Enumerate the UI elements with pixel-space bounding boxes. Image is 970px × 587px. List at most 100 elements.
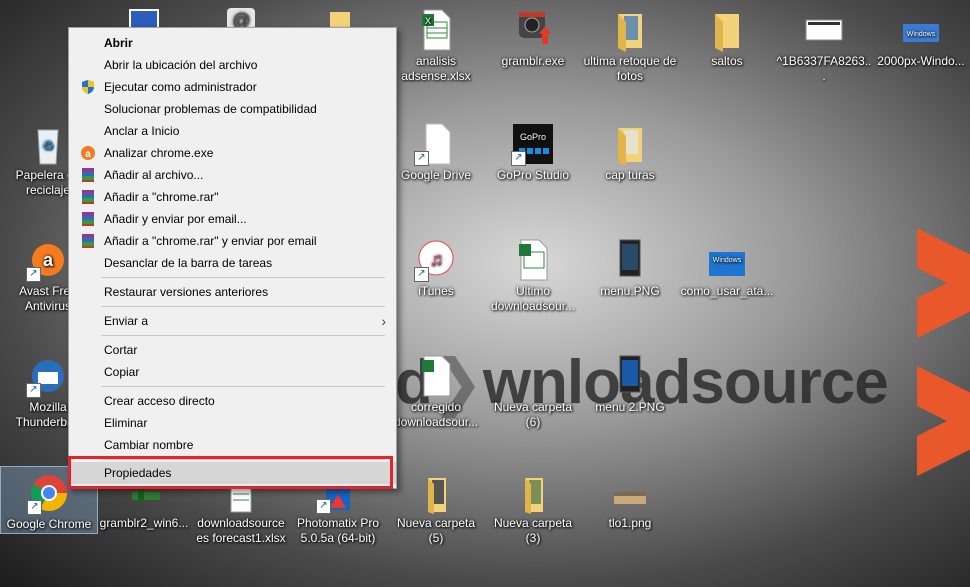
desktop-icon-tlo1-png[interactable]: tlo1.png xyxy=(582,470,678,531)
menu-item-label: Crear acceso directo xyxy=(104,394,215,408)
desktop-icon-label: analisis adsense.xlsx xyxy=(401,54,471,83)
menu-item-label: Copiar xyxy=(104,365,140,379)
desktop-icon-label: iTunes xyxy=(418,284,454,298)
gopro-icon: GoPro ↗ xyxy=(511,122,555,166)
desktop-icon-label: corregido downloadsour... xyxy=(393,400,479,429)
desktop-icon-label: saltos xyxy=(711,54,743,68)
uac-shield-icon xyxy=(82,80,94,94)
menu-item-restaurar-versiones[interactable]: Restaurar versiones anteriores xyxy=(69,281,396,303)
desktop-icon-itunes[interactable]: ♫ ↗ iTunes xyxy=(388,238,484,299)
desktop-icon-label: menu 2.PNG xyxy=(595,400,665,414)
desktop-icon-corregido[interactable]: corregido downloadsour... xyxy=(388,354,484,430)
menu-separator xyxy=(101,306,385,307)
menu-separator xyxy=(101,335,385,336)
desktop-icon-ultimo-downloadsour[interactable]: Ultimo downloadsour... xyxy=(485,238,581,314)
menu-item-solucionar-compatibilidad[interactable]: Solucionar problemas de compatibilidad xyxy=(69,98,396,120)
itunes-icon: ♫ ↗ xyxy=(414,238,458,282)
desktop-icon-nueva-carpeta-6[interactable]: Nueva carpeta (6) xyxy=(485,354,581,430)
menu-item-anadir-enviar-email[interactable]: Añadir y enviar por email... xyxy=(69,208,396,230)
winrar-icon xyxy=(82,190,94,204)
desktop-icon-ultima-retoque[interactable]: ultima retoque de fotos xyxy=(582,8,678,84)
menu-item-copiar[interactable]: Copiar xyxy=(69,361,396,383)
menu-item-label: Añadir al archivo... xyxy=(104,168,204,182)
desktop-icon-label: Photomatix Pro 5.0.5a (64-bit) xyxy=(296,516,380,545)
desktop-icon-saltos[interactable]: saltos xyxy=(679,8,775,69)
menu-item-anadir-archivo[interactable]: Añadir al archivo... xyxy=(69,164,396,186)
menu-item-eliminar[interactable]: Eliminar xyxy=(69,412,396,434)
menu-item-anadir-chrome-rar[interactable]: Añadir a "chrome.rar" xyxy=(69,186,396,208)
recycle-bin-icon: ♻ xyxy=(26,122,70,166)
thunderbird-icon: ↗ xyxy=(26,354,70,398)
svg-text:X: X xyxy=(425,16,431,26)
desktop-icon-2000px[interactable]: Windows 2000px-Windo... xyxy=(873,8,969,69)
desktop-icon-label: cap turas xyxy=(605,168,655,182)
excel-file-icon: X xyxy=(414,8,458,52)
folder-photos-icon xyxy=(608,122,652,166)
menu-item-label: Enviar a xyxy=(104,314,149,328)
desktop-icon-gopro[interactable]: GoPro ↗ GoPro Studio xyxy=(485,122,581,183)
svg-text:Windows: Windows xyxy=(713,257,742,264)
windows-image-icon: Windows xyxy=(899,8,943,52)
shortcut-arrow-icon: ↗ xyxy=(511,151,526,166)
menu-item-label: Solucionar problemas de compatibilidad xyxy=(104,102,317,116)
menu-item-cambiar-nombre[interactable]: Cambiar nombre xyxy=(69,434,396,456)
winrar-icon xyxy=(82,168,94,182)
menu-item-desanclar-barra[interactable]: Desanclar de la barra de tareas xyxy=(69,252,396,274)
context-menu: Abrir Abrir la ubicación del archivo Eje… xyxy=(68,27,397,489)
menu-item-anadir-chrome-rar-email[interactable]: Añadir a "chrome.rar" y enviar por email xyxy=(69,230,396,252)
desktop-icon-label: gramblr2_win6... xyxy=(99,516,189,530)
desktop-icon-nueva-carpeta-3[interactable]: Nueva carpeta (3) xyxy=(485,470,581,546)
menu-item-cortar[interactable]: Cortar xyxy=(69,339,396,361)
menu-item-label: Cortar xyxy=(104,343,138,357)
menu-item-crear-acceso-directo[interactable]: Crear acceso directo xyxy=(69,390,396,412)
highlight-box-propiedades xyxy=(68,456,393,489)
image-file-icon xyxy=(608,470,652,514)
winrar-icon xyxy=(82,212,94,226)
desktop-icon-capturas[interactable]: cap turas xyxy=(582,122,678,183)
menu-item-label: Abrir la ubicación del archivo xyxy=(104,58,258,72)
folder-icon xyxy=(511,354,555,398)
svg-text:Windows: Windows xyxy=(907,31,936,38)
desktop-icon-label: Nueva carpeta (5) xyxy=(396,516,476,545)
desktop-icon-screenshot[interactable]: ^1B6337FA8263... xyxy=(776,8,872,84)
winrar-icon xyxy=(82,234,94,248)
menu-item-analizar[interactable]: a Analizar chrome.exe xyxy=(69,142,396,164)
desktop-icon-label: gramblr.exe xyxy=(501,54,565,68)
menu-item-label: Ejecutar como administrador xyxy=(104,80,257,94)
menu-item-ejecutar-admin[interactable]: Ejecutar como administrador xyxy=(69,76,396,98)
folder-icon xyxy=(705,8,749,52)
menu-item-abrir-ubicacion[interactable]: Abrir la ubicación del archivo xyxy=(69,54,396,76)
desktop-icon-google-drive[interactable]: ↗ Google Drive xyxy=(388,122,484,183)
desktop-icon-label: tlo1.png xyxy=(608,516,652,530)
menu-item-enviar-a[interactable]: Enviar a › xyxy=(69,310,396,332)
desktop-icon-menu2-png[interactable]: menu 2.PNG xyxy=(582,354,678,415)
desktop-icon-label: Nueva carpeta (6) xyxy=(493,400,573,429)
folder-icon xyxy=(511,470,555,514)
menu-item-label: Restaurar versiones anteriores xyxy=(104,285,269,299)
desktop-icon-analisis[interactable]: X analisis adsense.xlsx xyxy=(388,8,484,84)
menu-item-label: Añadir a "chrome.rar" xyxy=(104,190,219,204)
desktop-icon-label: ^1B6337FA8263... xyxy=(776,54,872,83)
google-drive-icon: ↗ xyxy=(414,122,458,166)
avast-icon: a xyxy=(81,146,95,160)
desktop-icon-menu-png[interactable]: menu.PNG xyxy=(582,238,678,299)
desktop-icon-como-usar[interactable]: Windows como_usar_ata... xyxy=(679,238,775,299)
svg-text:a: a xyxy=(85,149,91,160)
menu-item-label: Añadir y enviar por email... xyxy=(104,212,247,226)
submenu-arrow-icon: › xyxy=(381,313,386,329)
desktop-icon-label: ultima retoque de fotos xyxy=(583,54,677,83)
menu-separator xyxy=(101,277,385,278)
menu-item-label: Anclar a Inicio xyxy=(104,124,180,138)
menu-item-label: Abrir xyxy=(104,36,133,50)
windows-image-icon: Windows xyxy=(705,238,749,282)
desktop-icon-nueva-carpeta-5[interactable]: Nueva carpeta (5) xyxy=(388,470,484,546)
menu-item-anclar-inicio[interactable]: Anclar a Inicio xyxy=(69,120,396,142)
chrome-icon: ↗ xyxy=(27,471,71,515)
desktop-icon-label: 2000px-Windo... xyxy=(877,54,965,68)
shortcut-arrow-icon: ↗ xyxy=(414,267,429,282)
menu-item-abrir[interactable]: Abrir xyxy=(69,32,396,54)
desktop-icon-gramblr[interactable]: gramblr.exe xyxy=(485,8,581,69)
menu-item-label: Desanclar de la barra de tareas xyxy=(104,256,273,270)
excel-file-icon xyxy=(511,238,555,282)
menu-item-label: Analizar chrome.exe xyxy=(104,146,214,160)
